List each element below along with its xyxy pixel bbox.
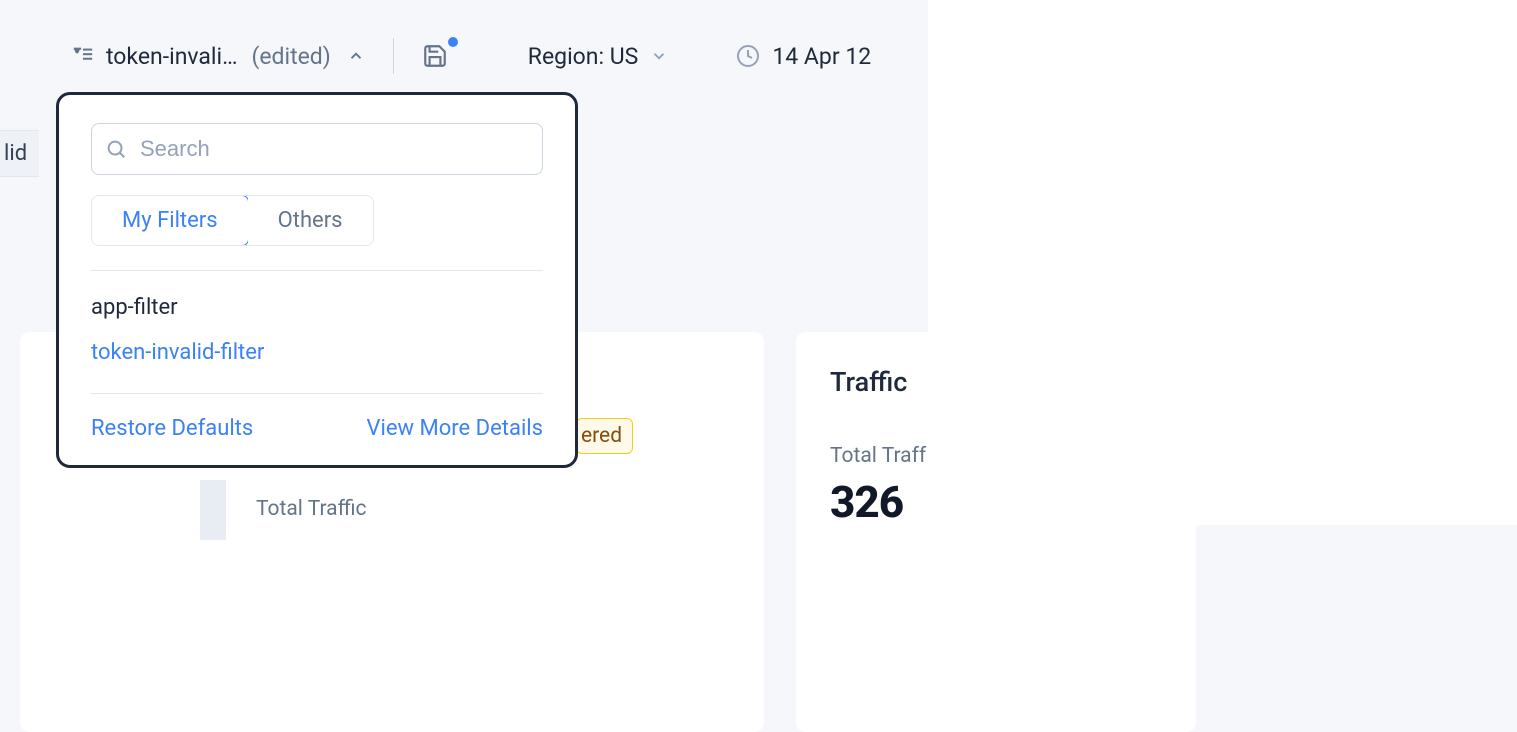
chevron-down-icon bbox=[650, 47, 668, 65]
toolbar-divider bbox=[393, 38, 394, 74]
popover-footer: Restore Defaults View More Details bbox=[91, 393, 543, 441]
filter-edited-label: (edited) bbox=[251, 43, 330, 70]
total-traffic-label-left: Total Traffic bbox=[256, 497, 367, 521]
chevron-up-icon bbox=[347, 47, 365, 65]
filter-name-label: token-invali… bbox=[106, 43, 237, 70]
view-more-details-link[interactable]: View More Details bbox=[367, 416, 543, 441]
filter-item-token-invalid-filter[interactable]: token-invalid-filter bbox=[91, 340, 543, 365]
left-side-block bbox=[200, 480, 226, 540]
restore-defaults-link[interactable]: Restore Defaults bbox=[91, 416, 253, 441]
region-selector[interactable]: Region: US bbox=[528, 43, 669, 70]
search-input[interactable] bbox=[91, 123, 543, 175]
tab-others[interactable]: Others bbox=[248, 196, 373, 245]
timestamp-display: 14 Apr 12 bbox=[736, 43, 871, 70]
tab-my-filters[interactable]: My Filters bbox=[91, 195, 249, 246]
left-cut-fragment: lid bbox=[0, 130, 39, 177]
timestamp-text: 14 Apr 12 bbox=[772, 43, 871, 70]
filter-tabs: My Filters Others bbox=[91, 195, 374, 246]
filter-item-app-filter[interactable]: app-filter bbox=[91, 295, 543, 320]
clock-icon bbox=[736, 44, 760, 68]
region-label: Region: US bbox=[528, 43, 639, 70]
save-button[interactable] bbox=[422, 43, 448, 69]
filtered-badge: ered bbox=[576, 418, 633, 454]
save-icon bbox=[422, 43, 448, 69]
search-icon bbox=[105, 138, 127, 160]
unsaved-indicator-dot bbox=[448, 37, 458, 47]
popover-divider bbox=[91, 270, 543, 271]
filter-list-icon bbox=[70, 45, 96, 67]
search-wrapper bbox=[91, 123, 543, 175]
filter-dropdown-trigger[interactable]: token-invali… (edited) bbox=[70, 43, 365, 70]
filter-popover: My Filters Others app-filter token-inval… bbox=[56, 92, 578, 468]
right-crop-mask bbox=[928, 0, 1517, 525]
filter-list: app-filter token-invalid-filter bbox=[91, 295, 543, 365]
